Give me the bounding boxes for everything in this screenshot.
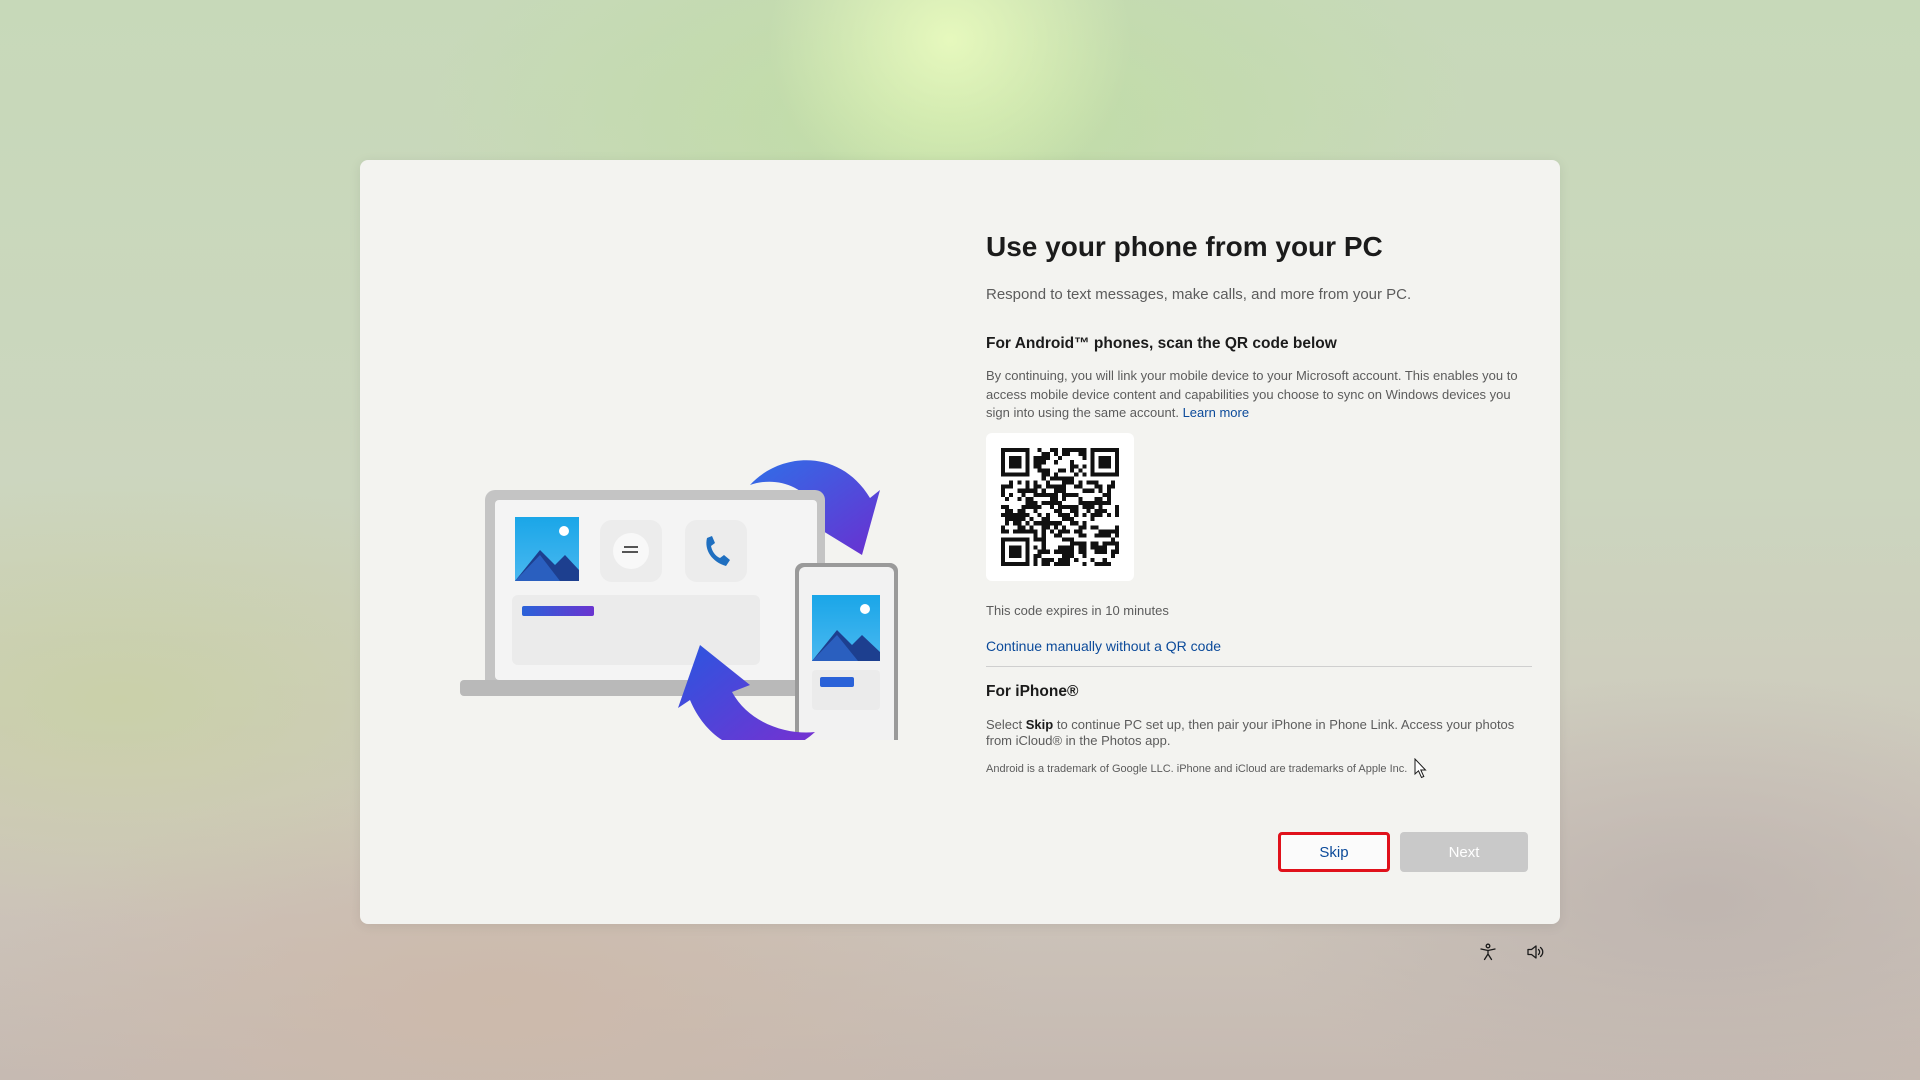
iphone-instructions: Select Skip to continue PC set up, then … — [986, 717, 1532, 749]
qr-code-image — [1001, 447, 1119, 566]
page-subtitle: Respond to text messages, make calls, an… — [986, 286, 1412, 303]
android-description: By continuing, you will link your mobile… — [986, 367, 1532, 423]
iphone-text-skip: Skip — [1025, 716, 1054, 732]
mouse-cursor-icon — [1414, 758, 1427, 779]
phone-link-illustration — [460, 460, 898, 740]
iphone-text-end: to continue PC set up, then pair your iP… — [986, 716, 1515, 748]
trademark-notice: Android is a trademark of Google LLC. iP… — [986, 762, 1408, 775]
qr-modules — [1001, 447, 1119, 566]
dialog-content: Use your phone from your PC Respond to t… — [986, 230, 1532, 775]
skip-button[interactable]: Skip — [1278, 832, 1390, 872]
learn-more-link[interactable]: Learn more — [1183, 405, 1249, 420]
next-button[interactable]: Next — [1400, 832, 1528, 872]
iphone-heading: For iPhone® — [986, 682, 1079, 700]
setup-dialog: Use your phone from your PC Respond to t… — [360, 160, 1560, 924]
continue-manually-link[interactable]: Continue manually without a QR code — [986, 638, 1221, 654]
android-body: By continuing, you will link your mobile… — [986, 368, 1518, 420]
accessibility-icon[interactable] — [1476, 940, 1500, 964]
android-heading: For Android™ phones, scan the QR code be… — [986, 335, 1337, 352]
qr-expiry-text: This code expires in 10 minutes — [986, 602, 1169, 618]
phone-graphic — [795, 563, 898, 740]
page-title: Use your phone from your PC — [986, 231, 1383, 262]
volume-icon[interactable] — [1524, 940, 1548, 964]
qr-code — [986, 432, 1134, 581]
section-divider — [986, 665, 1532, 667]
laptop-graphic — [460, 490, 850, 696]
iphone-text-start: Select — [986, 716, 1026, 732]
